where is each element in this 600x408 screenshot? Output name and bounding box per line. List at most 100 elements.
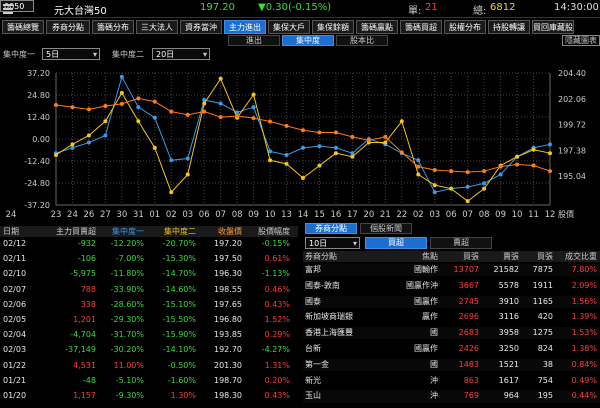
broker-cell: 國贏作: [414, 344, 438, 353]
subtab-0[interactable]: 進出: [228, 35, 280, 46]
tab-10[interactable]: 股權分布: [444, 20, 486, 34]
table-cell: 4,531: [73, 360, 96, 370]
tab-12[interactable]: 買回庫藏股: [532, 20, 574, 34]
x-tick-label: 31: [133, 210, 144, 220]
menu-icon[interactable]: [3, 4, 13, 14]
broker-cell: 2.09%: [571, 280, 597, 290]
right-tab-0[interactable]: 券商分點: [305, 223, 357, 234]
period-select[interactable]: 10日: [305, 237, 360, 249]
broker-cell: 420: [537, 312, 553, 322]
stock-price: 197.20: [200, 2, 235, 13]
table-cell: -15.50%: [162, 315, 196, 324]
broker-cell: 國泰: [305, 296, 321, 306]
tab-8[interactable]: 籌碼贏點: [356, 20, 398, 34]
concentration-2-select[interactable]: 20日: [152, 48, 210, 60]
table-cell: 01/22: [3, 360, 27, 370]
broker-cell: 1483: [458, 359, 479, 369]
left-axis: 37.20 24.80 12.40 0.00 -12.40 -24.80 -37.20: [24, 69, 50, 210]
tab-9[interactable]: 籌碼買超: [400, 20, 442, 34]
broker-cell: 863: [463, 375, 479, 385]
table-cell: 0.43%: [264, 299, 290, 309]
series-point-1: [103, 119, 108, 124]
top-bar: 0050 元大台灣50 197.20 ▼0.30(-0.15%) 單: 21 總…: [0, 0, 600, 18]
tab-7[interactable]: 集保餘額: [312, 20, 354, 34]
series-point-0: [136, 105, 141, 110]
table-cell: 196.30: [214, 269, 242, 279]
series-point-2: [136, 96, 141, 101]
series-point-2: [284, 123, 289, 128]
x-tick-label: 15: [314, 210, 325, 220]
table-cell: 1.31%: [264, 360, 290, 370]
series-point-2: [54, 102, 58, 107]
x-tick-label: 06: [199, 210, 210, 220]
series-point-1: [136, 119, 141, 124]
tab-2[interactable]: 籌碼分布: [92, 20, 134, 34]
subtab-2[interactable]: 股本比: [336, 35, 388, 46]
x-tick-label: 21: [380, 210, 391, 220]
series-point-2: [185, 112, 190, 117]
total-value: 6812: [490, 2, 516, 13]
series-point-0: [70, 145, 75, 150]
table-cell: 02/07: [3, 284, 27, 294]
subtab-1[interactable]: 集中度: [282, 35, 334, 46]
broker-cell: 2683: [458, 328, 479, 338]
series-point-1: [218, 76, 223, 81]
broker-header-4: 買張: [537, 252, 553, 261]
single-label: 單:: [408, 6, 422, 17]
concentration-1-select[interactable]: 5日: [42, 48, 100, 60]
concentration-chart: 37.20 24.80 12.40 0.00 -12.40 -24.80 -37.20 20…: [6, 69, 586, 220]
x-tick-label: 11: [528, 210, 539, 220]
broker-cell: 台新: [305, 344, 321, 353]
broker-cell: 0.49%: [571, 375, 597, 385]
x-tick-label: 03: [429, 210, 440, 220]
series-point-2: [301, 128, 305, 133]
table-row: 02/12 -932 -12.20% -20.70% 197.20 -0.15%: [0, 238, 298, 250]
broker-cell: 13707: [453, 265, 479, 274]
table-cell: 02/12: [3, 239, 27, 248]
right-tab-1[interactable]: 個股新聞: [360, 223, 412, 234]
tab-1[interactable]: 券商分點: [46, 20, 90, 34]
tab-0[interactable]: 籌碼總覽: [2, 20, 44, 34]
tab-6[interactable]: 集保大戶: [268, 20, 310, 34]
series-point-1: [152, 145, 157, 150]
x-tick-label: 20: [363, 210, 374, 220]
table-cell: 1,157: [73, 391, 96, 400]
table-cell: -28.60%: [110, 299, 144, 309]
broker-cell: 1521: [498, 359, 519, 369]
table-row: 02/11 -106 -7.00% -15.30% 197.50 0.61%: [0, 253, 298, 265]
buysell-tab-1[interactable]: 賣超: [430, 237, 492, 249]
table-header-1: 主力買賣超: [56, 227, 96, 236]
right-tick-label: 195.04: [558, 172, 586, 181]
table-cell: 197.50: [214, 254, 242, 264]
tab-11[interactable]: 持股轉讓: [488, 20, 530, 34]
table-cell: 198.70: [214, 375, 242, 385]
table-header-3: 集中度二: [164, 227, 196, 236]
series-point-2: [268, 119, 273, 124]
series-point-2: [515, 162, 520, 167]
table-row: 02/03 -37,149 -30.20% -14.10% 192.70 -4.27%: [0, 344, 298, 356]
broker-cell: 7875: [532, 265, 553, 274]
hide-chart-toggle[interactable]: 隱藏圖表: [562, 35, 600, 46]
tab-5[interactable]: 主力進出: [224, 20, 266, 34]
series-point-2: [531, 163, 536, 168]
series-point-2: [333, 130, 338, 135]
series-point-1: [399, 119, 404, 124]
series-point-2: [218, 115, 223, 120]
tab-3[interactable]: 三大法人: [136, 20, 178, 34]
total-label: 總:: [473, 6, 487, 17]
x-tick-label: 06: [446, 210, 457, 220]
table-cell: 02/04: [3, 330, 27, 340]
broker-cell: 2426: [458, 344, 479, 353]
broker-cell: 新加坡商瑞銀: [305, 312, 353, 322]
broker-row: 玉山 沖 769 964 195 0.44%: [303, 390, 600, 403]
tab-4[interactable]: 資券當沖: [180, 20, 222, 34]
table-row: 01/20 1,157 -9.30% 1.30% 198.30 0.43%: [0, 390, 298, 402]
table-header-0: 日期: [3, 227, 19, 236]
series-point-1: [301, 176, 305, 181]
x-tick-label: 02: [166, 210, 177, 220]
broker-cell: 香港上海匯豐: [305, 328, 353, 338]
series-point-1: [515, 154, 520, 159]
buysell-tab-0[interactable]: 買超: [365, 237, 427, 249]
series-point-1: [251, 92, 256, 97]
table-cell: 02/10: [3, 269, 27, 279]
